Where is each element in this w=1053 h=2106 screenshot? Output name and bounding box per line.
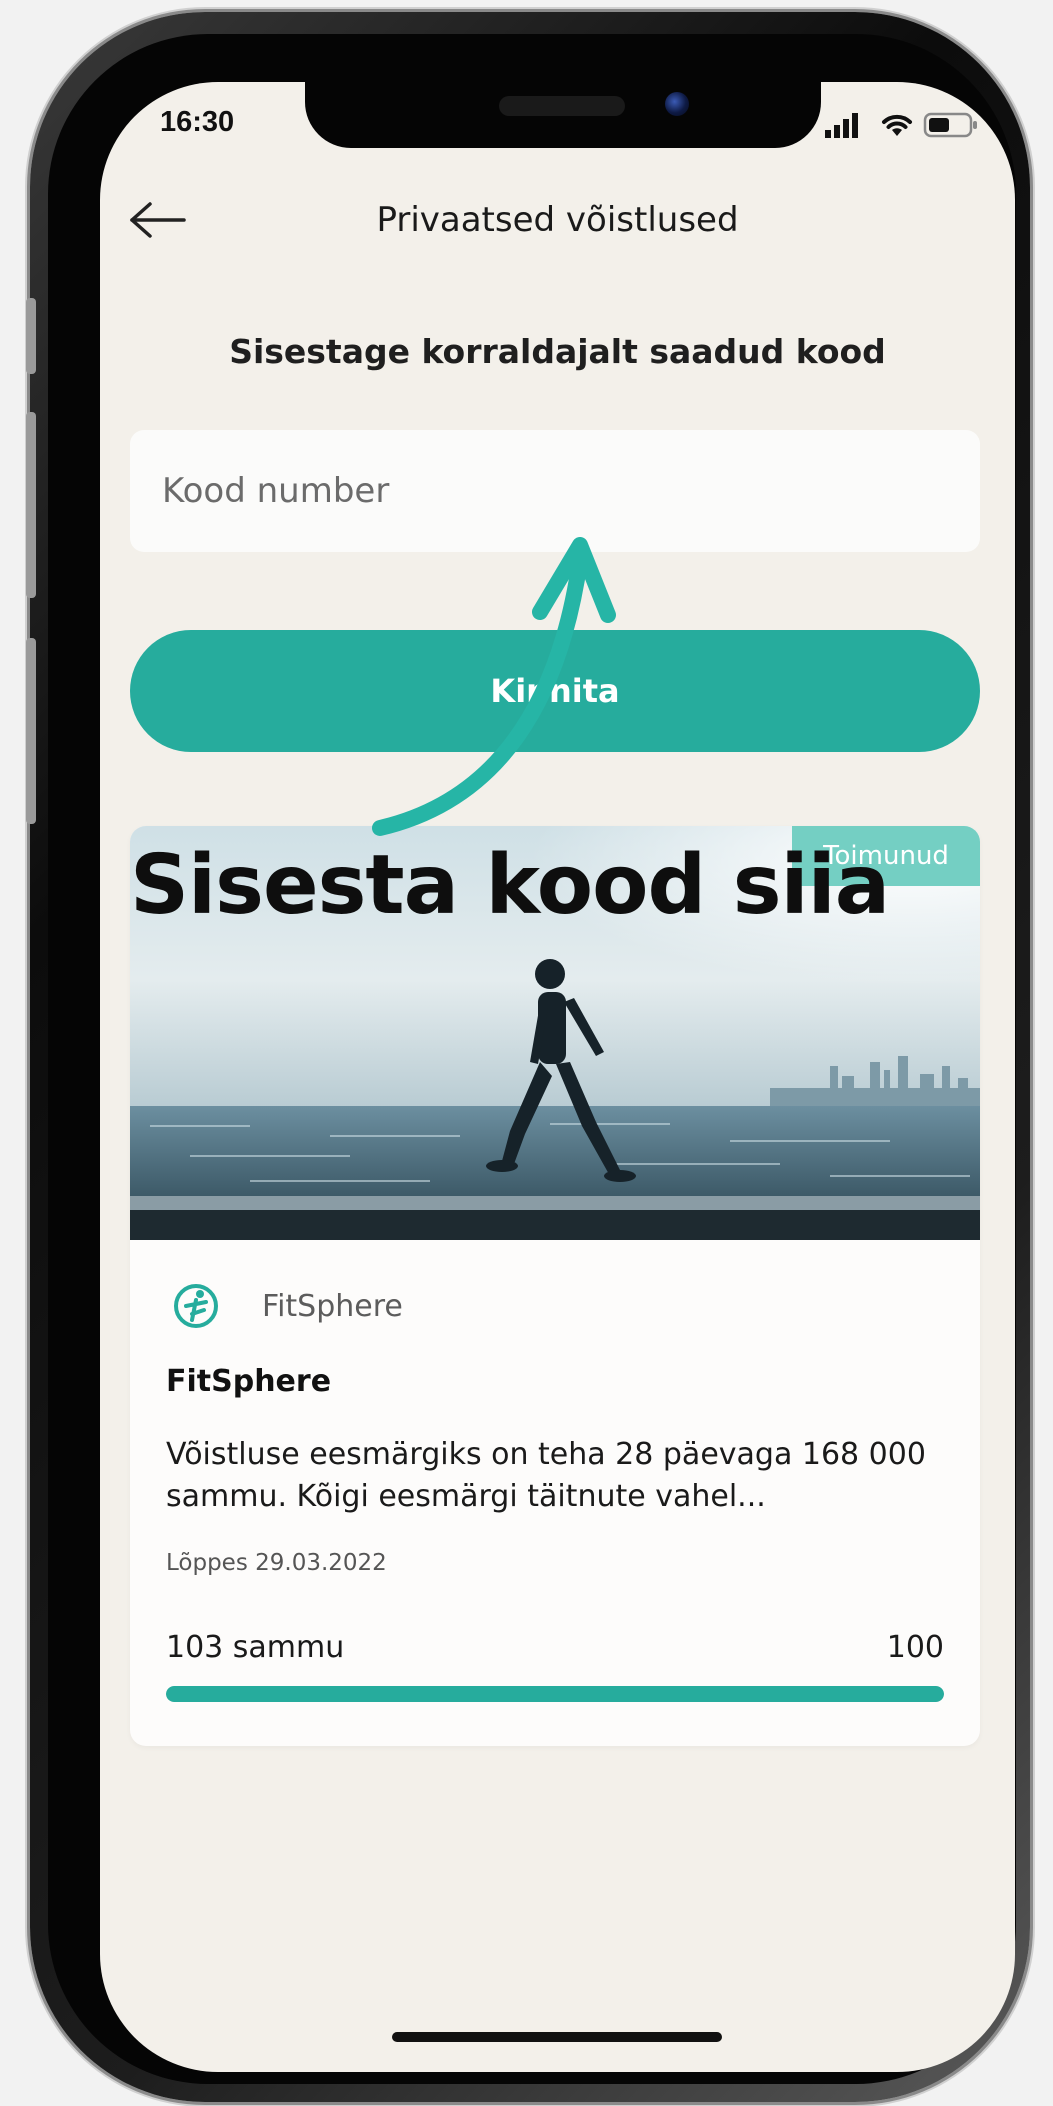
organizer-row: FitSphere	[170, 1278, 403, 1334]
page-title: Privaatsed võistlused	[376, 200, 739, 240]
side-button-volume-down	[26, 638, 36, 824]
fitsphere-logo-icon	[174, 1284, 218, 1328]
organizer-name: FitSphere	[262, 1288, 403, 1324]
cellular-signal-icon	[825, 113, 858, 138]
challenge-card[interactable]: Toimunud FitSphere FitSphere Võistluse e…	[130, 826, 980, 1746]
code-prompt: Sisestage korraldajalt saadud kood	[229, 332, 886, 371]
progress-bar	[166, 1686, 944, 1702]
challenge-title: FitSphere	[166, 1364, 332, 1399]
speaker-grill	[499, 96, 625, 116]
phone-screen: 16:30 Privaatsed võistlused Sisestage ko…	[100, 82, 1015, 2072]
challenge-description: Võistluse eesmärgiks on teha 28 päevaga …	[166, 1437, 926, 1514]
status-icons	[825, 112, 977, 138]
challenge-end-date: Lõppes 29.03.2022	[166, 1550, 387, 1576]
progress-label: 103 sammu	[166, 1630, 345, 1665]
confirm-button-label: Kinnita	[490, 672, 620, 710]
progress-bar-fill	[166, 1686, 944, 1702]
annotation-text: Sisesta kood siia	[130, 838, 890, 933]
side-button-silent	[26, 298, 36, 374]
code-input[interactable]	[130, 430, 980, 552]
home-indicator[interactable]	[392, 2032, 722, 2042]
progress-goal: 100	[886, 1630, 944, 1665]
notch	[305, 82, 821, 148]
front-camera	[665, 92, 689, 116]
wifi-icon	[882, 114, 912, 136]
status-time: 16:30	[160, 106, 235, 138]
confirm-button[interactable]: Kinnita	[130, 630, 980, 752]
side-button-volume-up	[26, 412, 36, 598]
battery-icon	[923, 112, 977, 138]
